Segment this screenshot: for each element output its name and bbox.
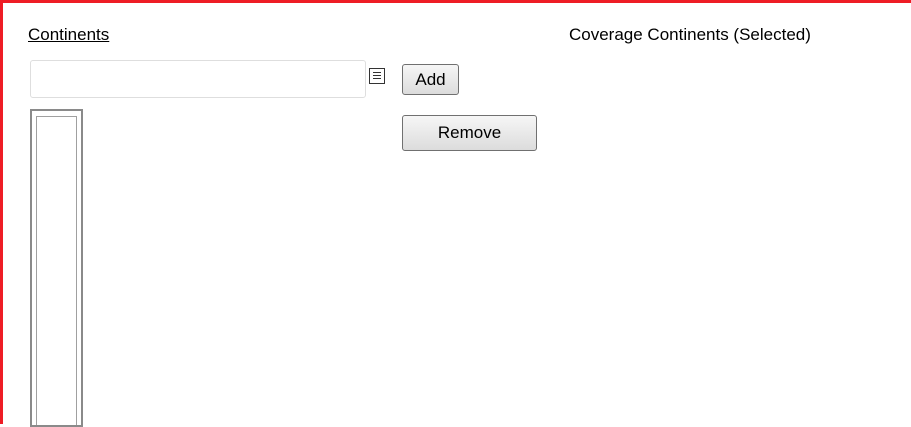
coverage-continents-panel: Continents Coverage Continents (Selected… — [0, 0, 911, 427]
continent-search-input[interactable] — [30, 60, 366, 98]
continents-listbox[interactable] — [30, 109, 83, 427]
continents-link[interactable]: Continents — [28, 25, 109, 45]
listbox-inner-frame — [36, 116, 77, 425]
remove-button[interactable]: Remove — [402, 115, 537, 151]
add-button[interactable]: Add — [402, 64, 459, 95]
list-lookup-icon[interactable] — [369, 68, 385, 84]
selected-continents-label: Coverage Continents (Selected) — [569, 25, 811, 44]
